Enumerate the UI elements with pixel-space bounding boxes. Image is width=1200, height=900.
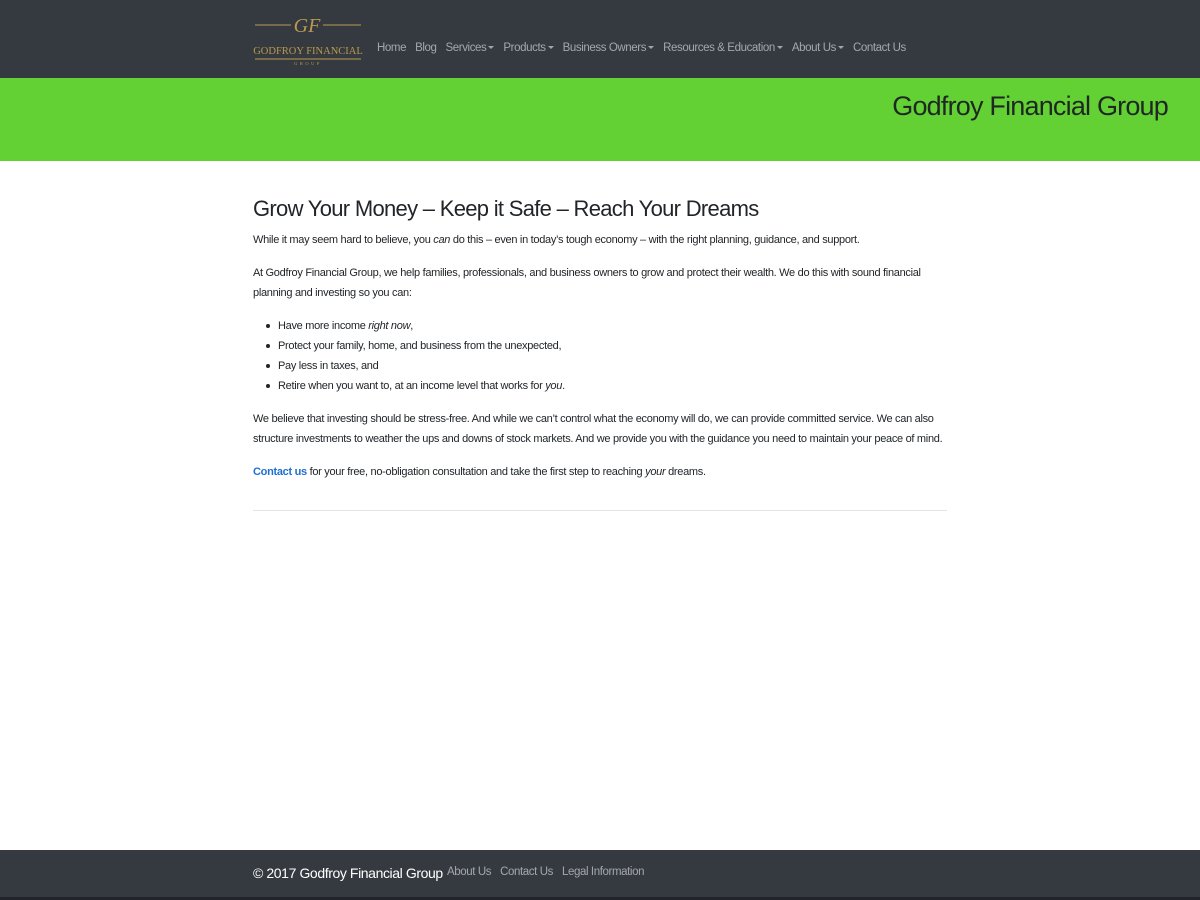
nav-contact[interactable]: Contact Us <box>853 42 906 54</box>
nav-services-dropdown[interactable]: Services <box>446 42 495 54</box>
footer-about-link[interactable]: About Us <box>447 866 492 878</box>
caret-down-icon <box>648 45 655 49</box>
nav-blog[interactable]: Blog <box>415 42 437 54</box>
footer-legal-link[interactable]: Legal Information <box>562 866 644 878</box>
list-item: Have more income right now, <box>253 316 948 336</box>
logo-graphic: GF GODFROY FINANCIAL GROUP <box>253 15 363 66</box>
logo-name: GODFROY FINANCIAL <box>253 46 363 57</box>
caret-down-icon <box>776 45 783 49</box>
nav-home[interactable]: Home <box>377 42 406 54</box>
cta-paragraph: Contact us for your free, no-obligation … <box>253 466 706 478</box>
caret-down-icon <box>837 45 844 49</box>
footer-contact-link[interactable]: Contact Us <box>500 866 553 878</box>
nav-products-dropdown[interactable]: Products <box>503 42 554 54</box>
top-navbar: GF GODFROY FINANCIAL GROUP Home Blog Ser… <box>0 0 1200 78</box>
logo-monogram: GF <box>294 15 321 37</box>
banner-title: Godfroy Financial Group <box>892 91 1169 121</box>
list-item: Pay less in taxes, and <box>253 356 948 376</box>
godfroy-logo[interactable]: GF GODFROY FINANCIAL GROUP <box>253 13 363 67</box>
philosophy-paragraph: We believe that investing should be stre… <box>253 413 943 445</box>
benefits-list: Have more income right now, Protect your… <box>253 316 948 396</box>
footer-links: About Us Contact Us Legal Information <box>447 866 653 878</box>
about-paragraph: At Godfroy Financial Group, we help fami… <box>253 267 921 299</box>
footer-copyright: © 2017 Godfroy Financial Group <box>253 865 443 881</box>
page-heading: Grow Your Money – Keep it Safe – Reach Y… <box>253 196 759 221</box>
main-content: Grow Your Money – Keep it Safe – Reach Y… <box>253 194 948 482</box>
list-item: Protect your family, home, and business … <box>253 336 948 356</box>
site-footer: © 2017 Godfroy Financial Group About Us … <box>0 850 1200 900</box>
main-nav: Home Blog Services Products Business Own… <box>377 40 915 56</box>
nav-about-dropdown[interactable]: About Us <box>792 42 844 54</box>
caret-down-icon <box>547 45 554 49</box>
intro-paragraph: While it may seem hard to believe, you c… <box>253 234 860 246</box>
nav-resources-dropdown[interactable]: Resources & Education <box>663 42 783 54</box>
contact-us-link[interactable]: Contact us <box>253 466 307 478</box>
list-item: Retire when you want to, at an income le… <box>253 376 948 396</box>
nav-business-owners-dropdown[interactable]: Business Owners <box>563 42 655 54</box>
caret-down-icon <box>488 45 495 49</box>
hero-banner: Godfroy Financial Group <box>0 78 1200 161</box>
content-divider <box>253 510 947 511</box>
logo-sub: GROUP <box>294 61 322 66</box>
